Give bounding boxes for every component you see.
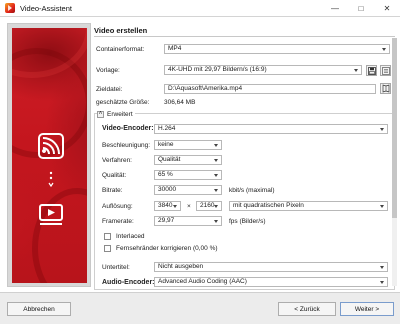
framerate-unit: fps (Bilder/s) — [229, 218, 266, 225]
window-title: Video-Assistent — [20, 3, 72, 13]
close-icon[interactable]: ✕ — [374, 0, 400, 17]
manage-presets-button[interactable] — [380, 65, 391, 76]
cast-icon — [38, 133, 64, 159]
quality-select[interactable]: 65 % — [154, 170, 222, 180]
bitrate-unit: kbit/s (maximal) — [229, 187, 275, 194]
video-encoder-label: Video-Encoder: — [102, 125, 154, 132]
preset-select[interactable]: 4K-UHD mit 29,97 Bildern/s (16:9) — [164, 65, 362, 75]
section-divider — [94, 36, 395, 37]
button-bar: Abbrechen < Zurück Weiter > — [0, 292, 400, 324]
scrollbar-thumb[interactable] — [392, 38, 397, 218]
advanced-toggle-label: Erweitert — [107, 110, 133, 118]
audio-encoder-label: Audio-Encoder: — [102, 279, 155, 286]
estimated-size-label: geschätzte Größe: — [96, 99, 150, 106]
title-bar: Video-Assistent — □ ✕ — [0, 0, 400, 17]
framerate-label: Framerate: — [102, 218, 134, 225]
resolution-height-select[interactable]: 2160 — [196, 201, 222, 211]
video-play-icon — [39, 204, 63, 225]
pixel-mode-select[interactable]: mit quadratischen Pixeln — [229, 201, 388, 211]
next-button[interactable]: Weiter > — [340, 302, 394, 316]
bitrate-label: Bitrate: — [102, 187, 123, 194]
progress-dots-icon — [48, 171, 54, 188]
subtitle-select[interactable]: Nicht ausgeben — [154, 262, 388, 272]
method-label: Verfahren: — [102, 157, 132, 164]
acceleration-select[interactable]: keine — [154, 140, 222, 150]
section-title: Video erstellen — [94, 26, 148, 35]
estimated-size-value: 306,64 MB — [164, 99, 196, 106]
advanced-toggle[interactable]: ˄ Erweitert — [97, 110, 135, 118]
window-controls: — □ ✕ — [322, 0, 400, 17]
preset-label: Vorlage: — [96, 67, 120, 74]
overscan-label: Fernsehränder korrigieren (0,00 %) — [116, 245, 218, 252]
bitrate-select[interactable]: 30000 — [154, 185, 222, 195]
open-book-icon — [382, 84, 389, 93]
cancel-button[interactable]: Abbrechen — [7, 302, 71, 316]
container-format-select[interactable]: MP4 — [164, 44, 390, 54]
app-icon — [5, 3, 15, 13]
back-button[interactable]: < Zurück — [278, 302, 336, 316]
preset-list-icon — [381, 66, 390, 75]
chevron-up-icon: ˄ — [97, 110, 104, 118]
subtitle-label: Untertitel: — [102, 264, 130, 271]
save-preset-button[interactable] — [366, 65, 377, 76]
target-file-input[interactable]: D:\Aquasoft\Amerika.mp4 — [164, 84, 376, 94]
container-format-label: Containerformat: — [96, 46, 145, 53]
interlaced-checkbox[interactable] — [104, 233, 111, 240]
resolution-separator: × — [187, 203, 191, 210]
scrollbar[interactable] — [392, 38, 397, 286]
video-encoder-select[interactable]: H.264 — [154, 124, 388, 134]
save-icon — [367, 66, 376, 75]
browse-file-button[interactable] — [380, 83, 391, 94]
resolution-width-select[interactable]: 3840 — [154, 201, 181, 211]
interlaced-label: Interlaced — [116, 233, 145, 240]
minimize-icon[interactable]: — — [322, 0, 348, 17]
overscan-checkbox[interactable] — [104, 245, 111, 252]
acceleration-label: Beschleunigung: — [102, 142, 151, 149]
quality-label: Qualität: — [102, 172, 127, 179]
method-select[interactable]: Qualität — [154, 155, 222, 165]
left-panel — [7, 23, 91, 287]
decorative-artwork — [12, 28, 87, 283]
target-file-label: Zieldatei: — [96, 86, 123, 93]
framerate-select[interactable]: 29,97 — [154, 216, 222, 226]
maximize-icon[interactable]: □ — [348, 0, 374, 17]
resolution-label: Auflösung: — [102, 203, 133, 210]
audio-encoder-select[interactable]: Advanced Audio Coding (AAC) — [154, 277, 388, 287]
